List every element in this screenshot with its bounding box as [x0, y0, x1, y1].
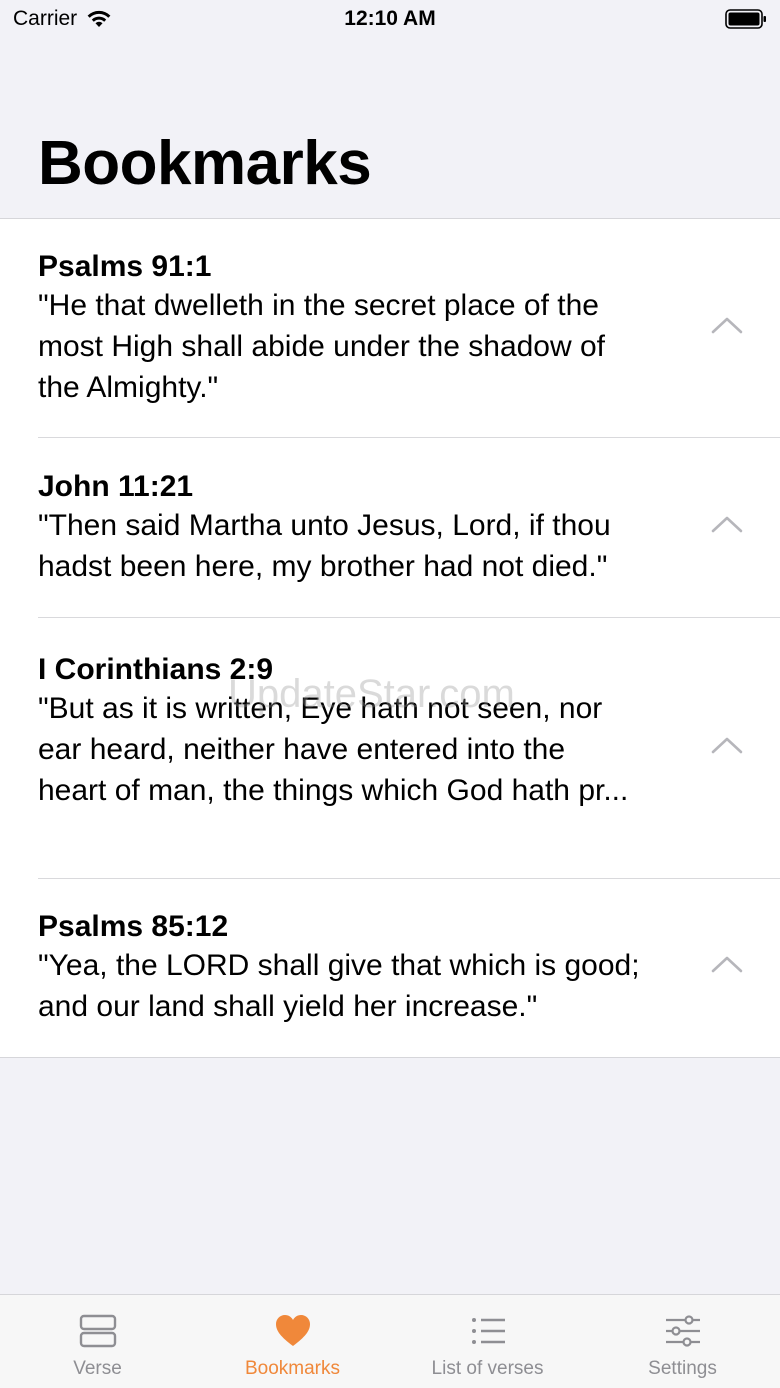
tab-settings[interactable]: Settings [585, 1295, 780, 1388]
bookmark-verse-text: "He that dwelleth in the secret place of… [38, 289, 606, 404]
heart-icon [275, 1315, 310, 1346]
tab-label: List of verses [431, 1358, 544, 1379]
bookmark-verse-text: "But as it is written, Eye hath not seen… [38, 692, 629, 807]
battery-icon [725, 9, 766, 29]
bookmark-reference: Psalms 85:12 [38, 910, 229, 943]
tab-label: Verse [73, 1358, 122, 1379]
bookmark-row[interactable]: Psalms 85:12 "Yea, the LORD shall give t… [0, 879, 780, 1057]
verse-icon [79, 1314, 116, 1348]
bookmark-verse-text: "Yea, the LORD shall give that which is … [38, 949, 640, 1023]
page-title: Bookmarks [38, 129, 372, 198]
status-time: 12:10 AM [344, 7, 436, 30]
bookmark-verse-text: "Then said Martha unto Jesus, Lord, if t… [38, 509, 611, 583]
tab-label: Settings [648, 1358, 717, 1379]
bookmark-reference: I Corinthians 2:9 [38, 653, 274, 686]
bookmark-row[interactable]: John 11:21 "Then said Martha unto Jesus,… [0, 438, 780, 618]
chevron-up-icon[interactable] [710, 514, 744, 534]
chevron-up-icon[interactable] [710, 954, 744, 974]
sliders-icon [665, 1315, 700, 1347]
tab-verse[interactable]: Verse [0, 1295, 195, 1388]
tab-bookmarks[interactable]: Bookmarks [195, 1295, 390, 1388]
tab-label: Bookmarks [244, 1358, 341, 1379]
bookmark-row[interactable]: Psalms 91:1 "He that dwelleth in the sec… [0, 219, 780, 438]
tab-bar: Verse Bookmarks List of verses Settings [0, 1294, 780, 1388]
bookmark-reference: John 11:21 [38, 470, 194, 503]
status-bar: Carrier 12:10 AM [0, 0, 780, 40]
bookmark-reference: Psalms 91:1 [38, 250, 212, 283]
chevron-up-icon[interactable] [710, 315, 744, 335]
bookmark-list: Psalms 91:1 "He that dwelleth in the sec… [0, 219, 780, 1058]
tab-list-of-verses[interactable]: List of verses [390, 1295, 585, 1388]
list-icon [471, 1318, 505, 1344]
bookmark-row[interactable]: I Corinthians 2:9 "But as it is written,… [0, 618, 780, 879]
chevron-up-icon[interactable] [710, 735, 744, 755]
